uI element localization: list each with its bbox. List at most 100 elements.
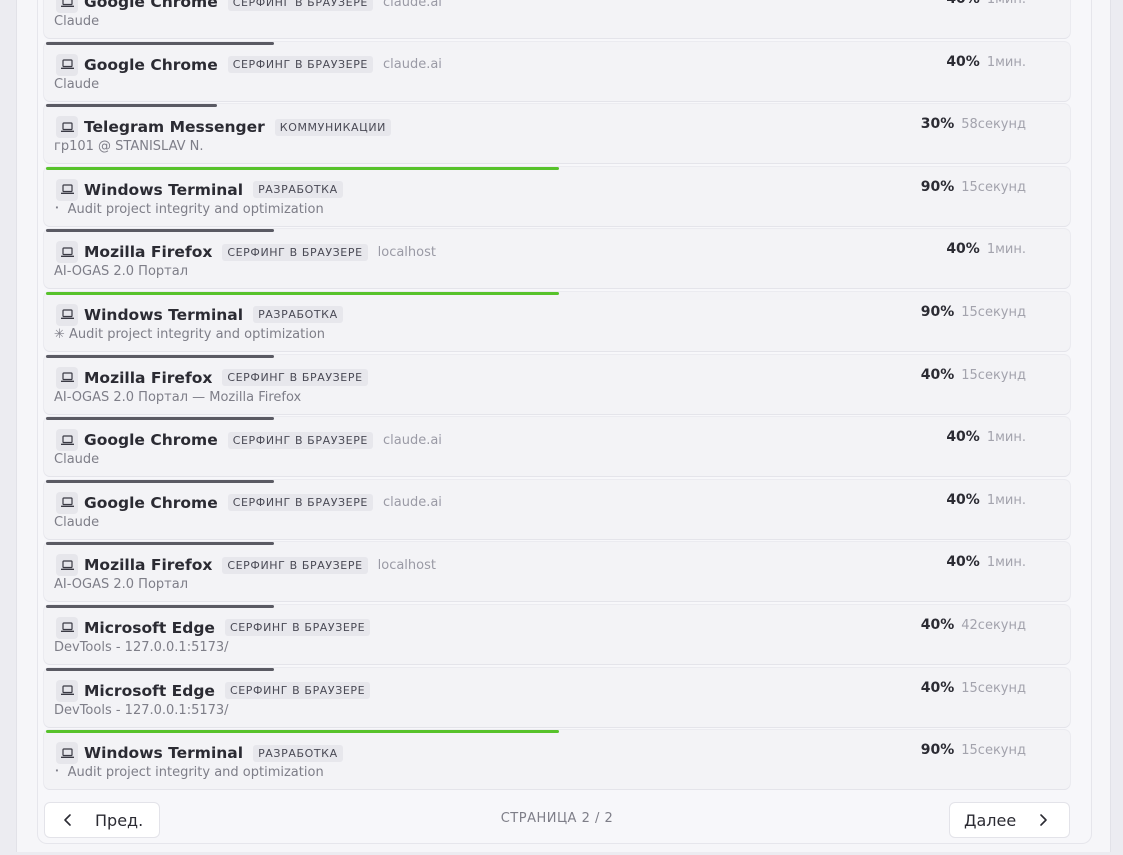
activity-duration: 1мин.	[986, 54, 1026, 70]
activity-stats: 90% 15секунд	[921, 742, 1026, 758]
activity-stats: 40% 1мин.	[946, 54, 1026, 70]
activity-duration: 15секунд	[961, 680, 1026, 696]
category-badge: СЕРФИНГ В БРАУЗЕРЕ	[227, 494, 373, 512]
chevron-right-icon	[1040, 814, 1048, 826]
app-name: Google Chrome	[84, 0, 218, 11]
activity-duration: 15секунд	[961, 743, 1026, 759]
activity-header: Google Chrome СЕРФИНГ В БРАУЗЕРЕ claude.ai	[56, 429, 442, 452]
category-badge: РАЗРАБОТКА	[253, 306, 343, 324]
laptop-icon	[56, 616, 78, 639]
window-title: Claude	[54, 76, 100, 92]
laptop-icon	[56, 554, 78, 577]
activity-row[interactable]: Google Chrome СЕРФИНГ В БРАУЗЕРЕ claude.ai…	[44, 479, 1070, 539]
activity-stats: 40% 15секунд	[921, 367, 1026, 383]
laptop-icon	[56, 366, 78, 389]
activity-header: Windows Terminal РАЗРАБОТКА	[56, 178, 353, 201]
activity-duration: 1мин.	[987, 0, 1026, 7]
activity-percent: 30%	[920, 116, 955, 133]
activity-percent: 40%	[946, 0, 980, 7]
activity-progress-bar	[46, 354, 274, 358]
activity-duration: 58секунд	[961, 117, 1026, 133]
laptop-icon	[56, 679, 78, 702]
activity-percent: 40%	[946, 554, 980, 571]
window-title: AI-OGAS 2.0 Портал — Mozilla Firefox	[54, 389, 302, 405]
activity-percent: 40%	[946, 491, 980, 508]
activity-duration: 1мин.	[986, 555, 1026, 571]
activity-header: Google Chrome СЕРФИНГ В БРАУЗЕРЕ claude.ai	[56, 53, 442, 76]
laptop-icon	[56, 53, 78, 76]
next-page-label: Далее	[964, 810, 1017, 830]
activity-row[interactable]: Mozilla Firefox СЕРФИНГ В БРАУЗЕРЕ localho…	[44, 542, 1070, 602]
activity-header: Windows Terminal РАЗРАБОТКА	[56, 303, 353, 326]
activity-stats: 40% 1мин.	[946, 429, 1026, 445]
activity-row[interactable]: Google Chrome СЕРФИНГ В БРАУЗЕРЕ claude.ai…	[44, 41, 1070, 101]
activity-percent: 40%	[946, 53, 980, 70]
activity-stats: 40% 42секунд	[921, 617, 1026, 633]
activity-duration: 42секунд	[961, 617, 1026, 633]
activity-row[interactable]: Mozilla Firefox СЕРФИНГ В БРАУЗЕРЕ localho…	[44, 229, 1070, 289]
category-badge: РАЗРАБОТКА	[253, 181, 343, 199]
next-page-button[interactable]: Далее	[949, 802, 1070, 838]
activity-row[interactable]: Mozilla Firefox СЕРФИНГ В БРАУЗЕРЕ AI-OGAS…	[44, 354, 1070, 414]
window-title: Claude	[54, 452, 100, 468]
activity-percent: 40%	[946, 241, 980, 258]
activity-row[interactable]: Microsoft Edge СЕРФИНГ В БРАУЗЕРЕ DevTools…	[44, 604, 1070, 664]
window-title: AI-OGAS 2.0 Портал	[54, 577, 188, 593]
activity-stats: 90% 15секунд	[921, 179, 1026, 195]
laptop-icon	[56, 178, 78, 201]
activity-stats: 40% 1мин.	[946, 241, 1026, 257]
laptop-icon	[56, 0, 78, 13]
activity-stats: 40% 1мин.	[946, 554, 1026, 570]
activity-progress-bar	[46, 291, 559, 295]
category-badge: СЕРФИНГ В БРАУЗЕРЕ	[227, 0, 373, 11]
activity-stats: 90% 15секунд	[921, 304, 1026, 320]
activity-row[interactable]: Windows Terminal РАЗРАБОТКА ⠂ Audit projec…	[44, 166, 1070, 226]
activity-progress-bar	[46, 479, 274, 483]
laptop-icon	[56, 491, 78, 514]
window-title: Claude	[54, 514, 100, 530]
window-title: DevTools - 127.0.0.1:5173/	[54, 639, 229, 655]
activity-duration: 1мин.	[986, 242, 1026, 258]
category-badge: СЕРФИНГ В БРАУЗЕРЕ	[227, 56, 373, 74]
activity-duration: 1мин.	[986, 430, 1026, 446]
activity-stats: 40% 1мин.	[946, 492, 1026, 508]
activity-progress-bar	[46, 417, 274, 421]
activity-header: Google Chrome СЕРФИНГ В БРАУЗЕРЕ claude.ai	[56, 0, 442, 13]
activity-percent: 90%	[920, 178, 955, 195]
activity-header: Microsoft Edge СЕРФИНГ В БРАУЗЕРЕ	[56, 679, 380, 702]
activity-row[interactable]: Telegram Messenger КОММУНИКАЦИИ гр101 @ ST…	[44, 104, 1070, 164]
activity-header: Mozilla Firefox СЕРФИНГ В БРАУЗЕРЕ localho…	[56, 241, 436, 264]
activity-header: Windows Terminal РАЗРАБОТКА	[56, 742, 353, 765]
window-title: Claude	[54, 14, 100, 29]
pagination: Пред. СТРАНИЦА 2 / 2 Далее	[44, 802, 1070, 838]
app-name: Mozilla Firefox	[84, 243, 213, 262]
activity-row[interactable]: Windows Terminal РАЗРАБОТКА ✳ Audit projec…	[44, 291, 1070, 351]
activity-percent: 40%	[920, 366, 955, 383]
app-name: Mozilla Firefox	[84, 368, 213, 387]
host-label: localhost	[377, 557, 436, 573]
laptop-icon	[56, 241, 78, 264]
activity-progress-bar	[46, 104, 217, 108]
activity-duration: 15секунд	[961, 179, 1026, 195]
laptop-icon	[56, 429, 78, 452]
app-name: Google Chrome	[84, 431, 218, 450]
window-title: ✳ Audit project integrity and optimizati…	[54, 326, 326, 342]
laptop-icon	[56, 742, 78, 765]
activity-row[interactable]: Google Chrome СЕРФИНГ В БРАУЗЕРЕ claude.ai…	[44, 417, 1070, 477]
activity-row[interactable]: Microsoft Edge СЕРФИНГ В БРАУЗЕРЕ DevTools…	[44, 667, 1070, 727]
host-label: claude.ai	[382, 57, 442, 73]
activity-row[interactable]: Windows Terminal РАЗРАБОТКА ⠂ Audit projec…	[44, 730, 1070, 790]
window-title: гр101 @ STANISLAV N.	[54, 139, 204, 155]
category-badge: СЕРФИНГ В БРАУЗЕРЕ	[224, 682, 371, 700]
activity-progress-bar	[46, 41, 274, 45]
activity-progress-bar	[46, 229, 274, 233]
category-badge: СЕРФИНГ В БРАУЗЕРЕ	[222, 556, 368, 574]
app-name: Windows Terminal	[84, 744, 244, 763]
activity-percent: 90%	[920, 742, 955, 759]
activity-progress-bar	[46, 604, 274, 608]
activity-header: Mozilla Firefox СЕРФИНГ В БРАУЗЕРЕ	[56, 366, 378, 389]
category-badge: СЕРФИНГ В БРАУЗЕРЕ	[227, 431, 373, 449]
activity-header: Google Chrome СЕРФИНГ В БРАУЗЕРЕ claude.ai	[56, 491, 442, 514]
app-name: Microsoft Edge	[84, 681, 215, 700]
activity-row[interactable]: Google Chrome СЕРФИНГ В БРАУЗЕРЕ claude.ai…	[44, 0, 1070, 38]
